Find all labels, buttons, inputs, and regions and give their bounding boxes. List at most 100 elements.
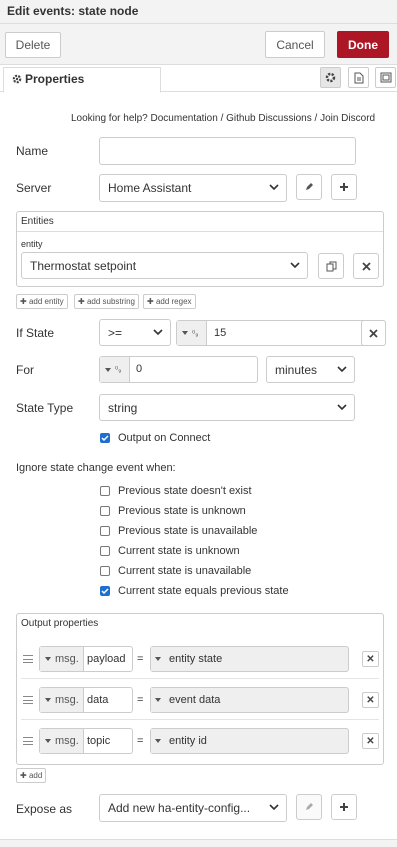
github-discussions-link[interactable]: Github Discussions bbox=[226, 113, 312, 124]
remove-output-row-button[interactable]: ✕ bbox=[362, 651, 379, 667]
ignore-prev-unavailable-checkbox[interactable] bbox=[100, 526, 110, 536]
ignore-current-unknown-checkbox[interactable] bbox=[100, 546, 110, 556]
server-select-value: Home Assistant bbox=[108, 181, 192, 195]
documentation-link[interactable]: Documentation bbox=[151, 113, 218, 124]
if-state-operator-value: >= bbox=[108, 326, 123, 340]
ignore-option-label: Current state is unavailable bbox=[118, 565, 252, 577]
file-text-icon bbox=[354, 72, 363, 83]
drag-handle-icon[interactable] bbox=[23, 696, 33, 704]
output-value-input[interactable]: entity id bbox=[150, 728, 349, 754]
output-value-input[interactable]: entity state bbox=[150, 646, 349, 672]
if-state-operator-select[interactable]: >= bbox=[99, 319, 171, 346]
if-state-value: 15 bbox=[214, 327, 227, 339]
ignore-prev-not-exist-checkbox[interactable] bbox=[100, 486, 110, 496]
settings-tab-icon[interactable] bbox=[320, 67, 341, 88]
output-value-input[interactable]: event data bbox=[150, 687, 349, 713]
ignore-current-equals-prev-checkbox[interactable] bbox=[100, 586, 110, 596]
ignore-option-label: Current state equals previous state bbox=[118, 585, 289, 597]
value-type-selector[interactable] bbox=[151, 729, 165, 753]
if-state-type-selector[interactable]: ⁰₉ bbox=[177, 321, 207, 345]
edit-server-button[interactable] bbox=[296, 174, 322, 200]
name-input[interactable] bbox=[99, 137, 356, 165]
output-property-input[interactable]: msg. payload bbox=[39, 646, 133, 672]
caret-down-icon bbox=[155, 739, 161, 743]
output-type-selector[interactable]: msg. bbox=[40, 688, 84, 712]
tab-properties[interactable]: Properties bbox=[3, 67, 161, 93]
add-output-button[interactable]: ✚ add bbox=[16, 768, 47, 783]
help-separator: / bbox=[314, 113, 318, 124]
help-separator: / bbox=[220, 113, 224, 124]
remove-entity-button[interactable] bbox=[353, 253, 379, 279]
gear-icon bbox=[325, 72, 336, 83]
action-bar: Delete Cancel Done bbox=[0, 24, 397, 65]
add-regex-button[interactable]: ✚ add regex bbox=[143, 294, 196, 309]
done-button[interactable]: Done bbox=[337, 31, 389, 58]
chevron-down-icon bbox=[269, 184, 279, 191]
ignore-option-label: Current state is unknown bbox=[118, 545, 240, 557]
value-type-selector[interactable] bbox=[151, 688, 165, 712]
edit-expose-button[interactable] bbox=[296, 794, 322, 820]
expose-as-select[interactable]: Add new ha-entity-config... bbox=[99, 794, 287, 822]
add-server-button[interactable] bbox=[331, 174, 357, 200]
if-state-value-input[interactable]: ⁰₉ 15 bbox=[176, 320, 386, 346]
state-type-select[interactable]: string bbox=[99, 394, 355, 421]
output-on-connect-checkbox[interactable] bbox=[100, 433, 110, 443]
output-properties-box: Output properties msg. payload = entity … bbox=[16, 613, 384, 765]
caret-down-icon bbox=[45, 698, 51, 702]
state-type-label: State Type bbox=[16, 401, 74, 415]
tab-properties-label: Properties bbox=[25, 72, 85, 86]
drag-handle-icon[interactable] bbox=[23, 737, 33, 745]
output-type-selector[interactable]: msg. bbox=[40, 729, 84, 753]
remove-output-row-button[interactable]: ✕ bbox=[362, 733, 379, 749]
value-type-selector[interactable] bbox=[151, 647, 165, 671]
add-substring-button[interactable]: ✚ add substring bbox=[74, 294, 139, 309]
delete-button[interactable]: Delete bbox=[5, 32, 61, 58]
entity-select[interactable]: Thermostat setpoint bbox=[21, 252, 308, 279]
output-value: entity state bbox=[169, 653, 223, 665]
description-tab-icon[interactable] bbox=[348, 67, 369, 88]
expose-as-value: Add new ha-entity-config... bbox=[108, 801, 251, 815]
name-label: Name bbox=[16, 144, 49, 158]
entities-box: Entities entity Thermostat setpoint bbox=[16, 211, 384, 287]
copy-entity-button[interactable] bbox=[318, 253, 344, 279]
help-prefix: Looking for help? bbox=[71, 113, 148, 124]
output-property-input[interactable]: msg. topic bbox=[39, 728, 133, 754]
ignore-current-unavailable-checkbox[interactable] bbox=[100, 566, 110, 576]
pencil-icon bbox=[306, 803, 313, 810]
output-type-selector[interactable]: msg. bbox=[40, 647, 84, 671]
pencil-icon bbox=[306, 183, 313, 190]
caret-down-icon bbox=[182, 331, 188, 335]
cancel-button[interactable]: Cancel bbox=[265, 31, 325, 58]
for-value-input[interactable]: ⁰₉ 0 bbox=[99, 356, 258, 383]
add-entity-button[interactable]: ✚ add entity bbox=[16, 294, 68, 309]
close-icon bbox=[361, 261, 371, 271]
chevron-down-icon bbox=[337, 366, 347, 373]
appearance-tab-icon[interactable] bbox=[375, 67, 396, 88]
number-type-icon: ⁰₉ bbox=[115, 365, 122, 374]
remove-output-row-button[interactable]: ✕ bbox=[362, 692, 379, 708]
chevron-down-icon bbox=[269, 804, 279, 811]
for-unit-select[interactable]: minutes bbox=[266, 356, 355, 383]
server-label: Server bbox=[16, 181, 52, 195]
plus-icon bbox=[340, 183, 348, 191]
for-type-selector[interactable]: ⁰₉ bbox=[100, 357, 130, 382]
server-select[interactable]: Home Assistant bbox=[99, 174, 287, 202]
clear-if-state-button[interactable] bbox=[361, 320, 386, 346]
output-value: event data bbox=[169, 694, 221, 706]
join-discord-link[interactable]: Join Discord bbox=[320, 113, 375, 124]
drag-handle-icon[interactable] bbox=[23, 655, 33, 663]
expose-as-label: Expose as bbox=[16, 802, 73, 816]
msg-prefix: msg. bbox=[55, 653, 79, 665]
equals-sign: = bbox=[137, 694, 144, 706]
help-links: Looking for help? Documentation / Github… bbox=[71, 113, 375, 124]
caret-down-icon bbox=[45, 657, 51, 661]
add-expose-button[interactable] bbox=[331, 794, 357, 820]
add-regex-label: add regex bbox=[155, 297, 192, 306]
output-property-input[interactable]: msg. data bbox=[39, 687, 133, 713]
ignore-prev-unknown-checkbox[interactable] bbox=[100, 506, 110, 516]
gear-icon bbox=[12, 69, 22, 92]
bottom-tray bbox=[0, 839, 397, 847]
ignore-option-label: Previous state is unavailable bbox=[118, 525, 258, 537]
entity-label: entity bbox=[21, 239, 43, 249]
equals-sign: = bbox=[137, 735, 144, 747]
